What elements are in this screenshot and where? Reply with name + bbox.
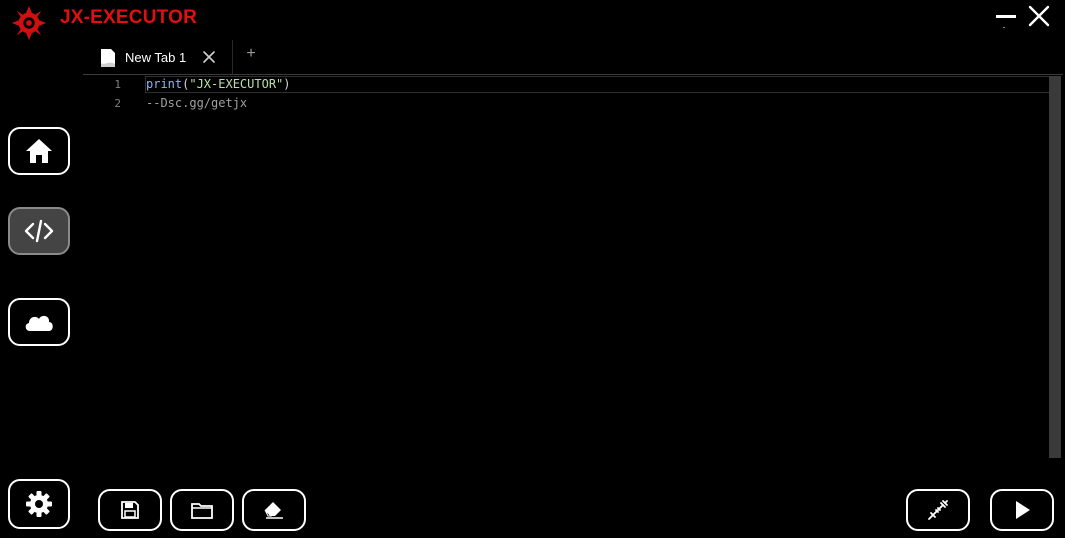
code-icon <box>24 219 54 243</box>
document-icon <box>101 49 115 67</box>
close-icon <box>1028 5 1050 27</box>
sidebar-item-home[interactable] <box>8 127 70 175</box>
clear-button[interactable] <box>242 489 306 531</box>
code-token-comment: --Dsc.gg/getjx <box>146 96 248 110</box>
code-line[interactable]: --Dsc.gg/getjx <box>146 96 247 110</box>
add-tab-button[interactable]: + <box>244 45 258 63</box>
eraser-icon <box>264 502 283 519</box>
sidebar-item-editor[interactable] <box>8 207 70 255</box>
execute-button[interactable] <box>990 489 1054 531</box>
sidebar-item-cloud[interactable] <box>8 298 70 346</box>
app-window: JX-EXECUTOR New Tab 1 + 1 print("JX-EXEC… <box>0 0 1065 538</box>
code-line[interactable]: print("JX-EXECUTOR") <box>146 77 291 91</box>
close-window-button[interactable] <box>1025 4 1053 30</box>
tab-divider <box>232 40 233 74</box>
line-number: 1 <box>114 78 121 91</box>
editor-scrollbar[interactable] <box>1049 76 1061 458</box>
code-token-function: print <box>146 77 183 91</box>
code-token-punctuation: ) <box>283 77 291 91</box>
minimize-button[interactable] <box>992 4 1020 30</box>
line-number: 2 <box>114 97 121 110</box>
save-button[interactable] <box>98 489 162 531</box>
folder-icon <box>191 503 213 519</box>
sidebar-item-settings[interactable] <box>8 479 70 529</box>
sharingan-logo-icon <box>11 5 47 41</box>
inject-button[interactable] <box>906 489 970 531</box>
cloud-icon <box>25 315 53 331</box>
save-icon <box>121 501 139 519</box>
code-token-string: "JX-EXECUTOR" <box>189 77 284 91</box>
play-icon <box>1016 501 1030 519</box>
close-icon[interactable] <box>201 49 217 65</box>
gear-icon <box>26 491 52 517</box>
minimize-icon <box>996 15 1016 28</box>
syringe-icon <box>928 500 948 520</box>
app-title: JX-EXECUTOR <box>60 7 197 28</box>
tab-label: New Tab 1 <box>125 50 187 65</box>
code-editor[interactable]: 1 print("JX-EXECUTOR") 2 --Dsc.gg/getjx <box>83 75 1063 478</box>
home-icon <box>26 139 52 163</box>
open-file-button[interactable] <box>170 489 234 531</box>
tab-new-tab-1[interactable]: New Tab 1 <box>83 40 231 74</box>
